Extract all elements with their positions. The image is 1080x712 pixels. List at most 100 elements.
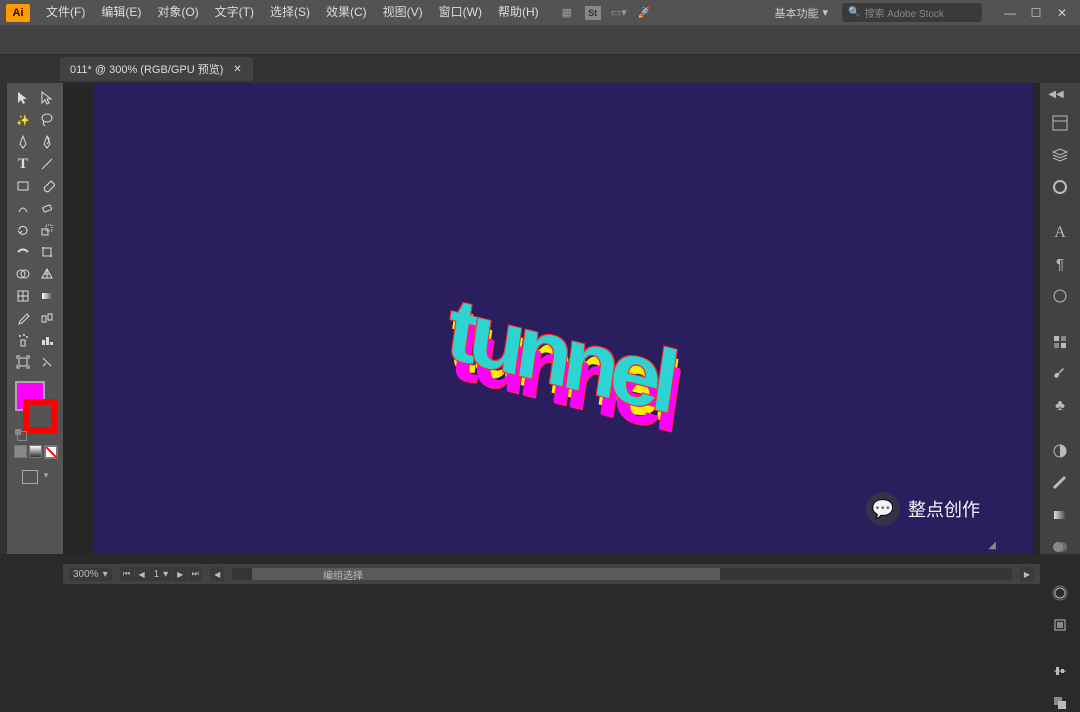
magic-wand-tool[interactable]: ✨ — [12, 109, 34, 131]
symbol-sprayer-tool[interactable] — [12, 329, 34, 351]
scale-tool[interactable] — [36, 219, 58, 241]
free-transform-tool[interactable] — [36, 241, 58, 263]
screen-mode-controls: ▾ — [22, 470, 49, 484]
zoom-select[interactable]: 300%▾ — [69, 568, 112, 581]
scroll-right-button[interactable]: ▶ — [1020, 567, 1034, 581]
shape-builder-tool[interactable] — [12, 263, 34, 285]
pen-tool[interactable] — [12, 131, 34, 153]
perspective-tool[interactable] — [36, 263, 58, 285]
prev-artboard-button[interactable]: ◀ — [135, 567, 149, 581]
chevron-down-icon: ▾ — [163, 569, 168, 580]
color-picker[interactable] — [13, 381, 57, 431]
eraser-tool[interactable] — [36, 197, 58, 219]
symbols-panel-icon[interactable]: ♣ — [1048, 397, 1072, 414]
menubar: Ai 文件(F) 编辑(E) 对象(O) 文字(T) 选择(S) 效果(C) 视… — [0, 0, 1080, 25]
shaper-tool[interactable] — [12, 197, 34, 219]
graphic-styles-panel-icon[interactable] — [1048, 616, 1072, 634]
menu-effect[interactable]: 效果(C) — [318, 0, 375, 25]
minimize-button[interactable]: — — [998, 4, 1022, 22]
toolbar: ✨ T ▾ — [7, 83, 63, 554]
canvas[interactable]: ttt uuu nnn nnn eee lll 💬 整点创作 ◢ — [63, 83, 1040, 554]
blend-tool[interactable] — [36, 307, 58, 329]
arrange-icon[interactable]: ▭▾ — [611, 5, 627, 21]
appearance-panel-icon[interactable] — [1048, 584, 1072, 602]
maximize-button[interactable]: ☐ — [1024, 4, 1048, 22]
next-artboard-button[interactable]: ▶ — [173, 567, 187, 581]
curvature-tool[interactable] — [36, 131, 58, 153]
gpu-icon[interactable]: 🚀 — [637, 5, 653, 21]
menu-window[interactable]: 窗口(W) — [431, 0, 490, 25]
properties-panel-icon[interactable] — [1048, 114, 1072, 132]
shape-panel-icon[interactable] — [1048, 287, 1072, 305]
gradient-tool[interactable] — [36, 285, 58, 307]
screen-mode-dropdown[interactable]: ▾ — [44, 470, 49, 484]
swatches-panel-icon[interactable] — [1048, 333, 1072, 351]
type-tool[interactable]: T — [12, 153, 34, 175]
selection-tool[interactable] — [12, 87, 34, 109]
pathfinder-panel-icon[interactable] — [1048, 694, 1072, 712]
rectangle-tool[interactable] — [12, 175, 34, 197]
rotate-tool[interactable] — [12, 219, 34, 241]
panel-dock: ◀◀ A ¶ ♣ — [1040, 83, 1080, 554]
zoom-value: 300% — [73, 569, 99, 580]
search-placeholder: 搜索 Adobe Stock — [864, 5, 943, 20]
scroll-left-button[interactable]: ◀ — [210, 567, 224, 581]
resize-corner-icon[interactable]: ◢ — [988, 540, 996, 551]
gradient-panel-icon[interactable] — [1048, 506, 1072, 524]
menu-edit[interactable]: 编辑(E) — [93, 0, 149, 25]
document-tab[interactable]: 011* @ 300% (RGB/GPU 预览) ✕ — [60, 57, 253, 81]
width-tool[interactable] — [12, 241, 34, 263]
mesh-tool[interactable] — [12, 285, 34, 307]
search-icon: 🔍 — [848, 7, 860, 18]
control-bar — [0, 25, 1080, 55]
menu-view[interactable]: 视图(V) — [375, 0, 431, 25]
artboard-nav: ⏮ ◀ 1▾ ▶ ⏭ — [120, 567, 203, 581]
menu-file[interactable]: 文件(F) — [38, 0, 93, 25]
paragraph-panel-icon[interactable]: ¶ — [1048, 256, 1072, 273]
layers-panel-icon[interactable] — [1048, 146, 1072, 164]
search-input[interactable]: 🔍 搜索 Adobe Stock — [842, 3, 982, 22]
artboard-tool[interactable] — [12, 351, 34, 373]
workspace-switcher[interactable]: 基本功能▾ — [768, 3, 834, 23]
color-panel-icon[interactable] — [1048, 442, 1072, 460]
cc-libraries-panel-icon[interactable] — [1048, 178, 1072, 196]
watermark: 💬 整点创作 — [866, 492, 980, 526]
menu-object[interactable]: 对象(O) — [149, 0, 206, 25]
draw-normal[interactable] — [14, 445, 27, 458]
screen-mode-icon[interactable] — [22, 470, 38, 484]
stroke-swatch[interactable] — [25, 401, 55, 431]
watermark-text: 整点创作 — [908, 496, 980, 522]
3d-text-object[interactable]: ttt uuu nnn nnn eee lll — [445, 280, 681, 435]
transparency-panel-icon[interactable] — [1048, 538, 1072, 556]
draw-behind[interactable] — [29, 445, 42, 458]
character-panel-icon[interactable]: A — [1048, 224, 1072, 242]
bridge-icon[interactable]: ▦ — [559, 5, 575, 21]
artboard-number[interactable]: 1▾ — [150, 567, 173, 581]
close-button[interactable]: ✕ — [1050, 4, 1074, 22]
close-tab-icon[interactable]: ✕ — [231, 63, 243, 75]
toolbar-collapse-strip[interactable] — [0, 83, 7, 554]
menu-select[interactable]: 选择(S) — [262, 0, 318, 25]
column-graph-tool[interactable] — [36, 329, 58, 351]
direct-selection-tool[interactable] — [36, 87, 58, 109]
draw-inside[interactable] — [44, 445, 57, 458]
line-tool[interactable] — [36, 153, 58, 175]
last-artboard-button[interactable]: ⏭ — [188, 567, 202, 581]
swap-colors-icon[interactable] — [17, 431, 27, 441]
workspace-label: 基本功能 — [774, 5, 818, 21]
brushes-panel-icon[interactable] — [1048, 365, 1072, 383]
stock-icon[interactable]: St — [585, 6, 601, 20]
stroke-panel-icon[interactable] — [1048, 474, 1072, 492]
menu-help[interactable]: 帮助(H) — [490, 0, 547, 25]
document-tabs: 011* @ 300% (RGB/GPU 预览) ✕ — [0, 55, 1080, 83]
menu-text[interactable]: 文字(T) — [207, 0, 262, 25]
align-panel-icon[interactable] — [1048, 662, 1072, 680]
eyedropper-tool[interactable] — [12, 307, 34, 329]
wechat-icon: 💬 — [866, 492, 900, 526]
paintbrush-tool[interactable] — [36, 175, 58, 197]
lasso-tool[interactable] — [36, 109, 58, 131]
first-artboard-button[interactable]: ⏮ — [120, 567, 134, 581]
statusbar: 300%▾ ⏮ ◀ 1▾ ▶ ⏭ ◀ ▶ 编组选择 — [63, 564, 1040, 584]
slice-tool[interactable] — [36, 351, 58, 373]
expand-panels-icon[interactable]: ◀◀ — [1044, 89, 1068, 100]
